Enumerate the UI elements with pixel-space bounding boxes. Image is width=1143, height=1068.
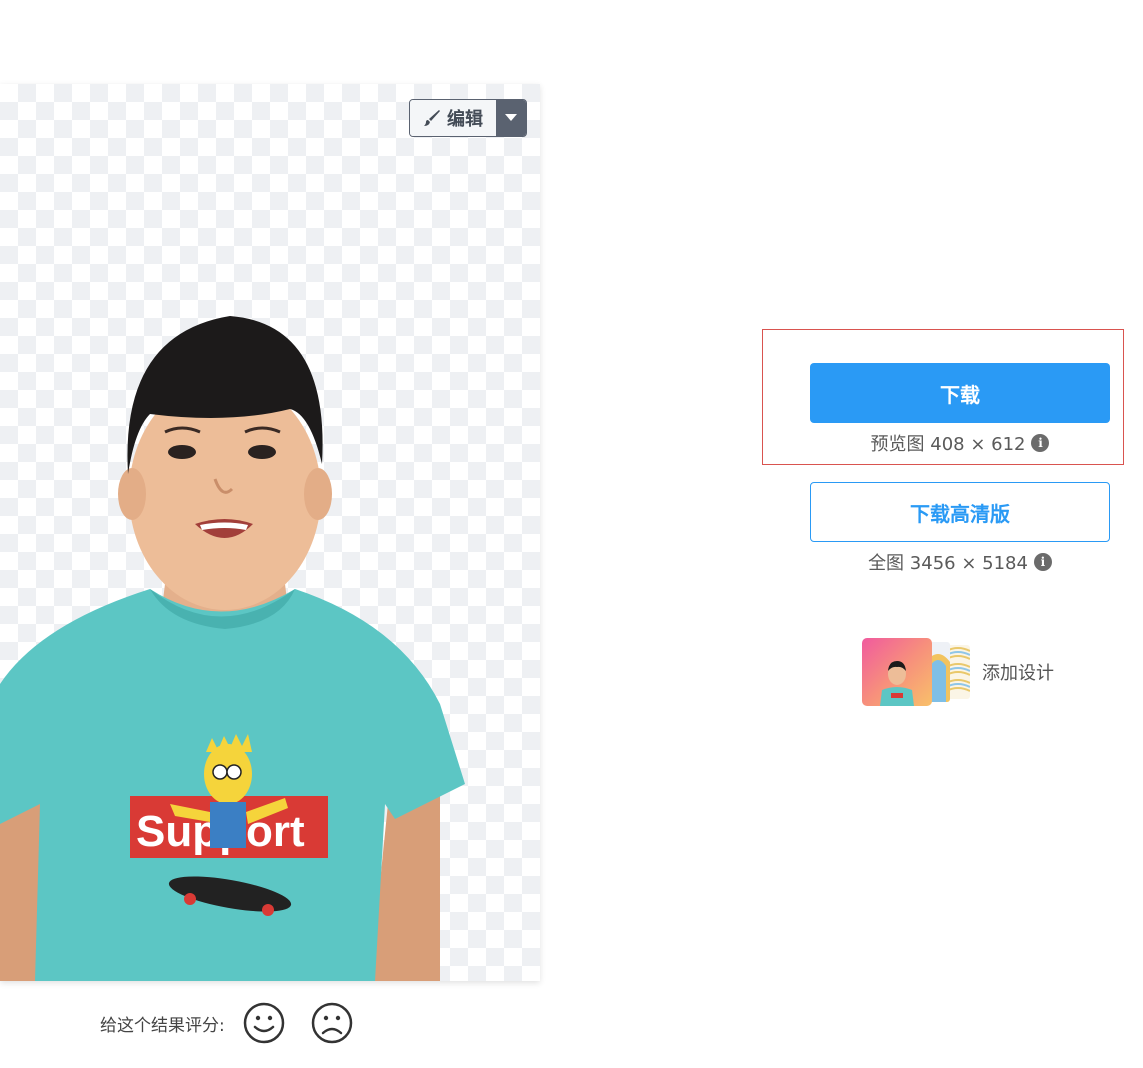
edit-dropdown-toggle[interactable] [496, 100, 526, 136]
result-image-panel: Support [0, 84, 540, 981]
brush-icon [424, 110, 440, 126]
preview-size-info: 预览图 408 × 612 i [810, 430, 1110, 456]
download-button-label: 下载 [940, 382, 980, 407]
design-thumbnails [862, 637, 972, 707]
download-hd-button-label: 下载高清版 [910, 501, 1010, 526]
add-design-label: 添加设计 [982, 663, 1054, 684]
rating-bar: 给这个结果评分: [100, 1000, 379, 1046]
add-design-button[interactable]: 添加设计 [862, 637, 1054, 707]
sad-face-icon[interactable] [311, 1002, 353, 1044]
edit-button-group: 编辑 [409, 99, 527, 137]
full-size-info: 全图 3456 × 5184 i [810, 549, 1110, 575]
smile-face-icon[interactable] [243, 1002, 285, 1044]
rating-label: 给这个结果评分: [100, 1015, 225, 1036]
info-icon[interactable]: i [1033, 553, 1052, 571]
design-thumbnail [862, 638, 932, 706]
edit-button[interactable]: 编辑 [410, 100, 496, 136]
edit-button-label: 编辑 [447, 109, 483, 130]
info-icon[interactable]: i [1031, 434, 1050, 452]
preview-size-text: 预览图 408 × 612 [870, 434, 1026, 455]
result-image: Support [0, 316, 465, 981]
download-button[interactable]: 下载 [810, 363, 1110, 423]
caret-down-icon [505, 114, 517, 121]
full-size-text: 全图 3456 × 5184 [868, 553, 1028, 574]
download-hd-button[interactable]: 下载高清版 [810, 482, 1110, 542]
